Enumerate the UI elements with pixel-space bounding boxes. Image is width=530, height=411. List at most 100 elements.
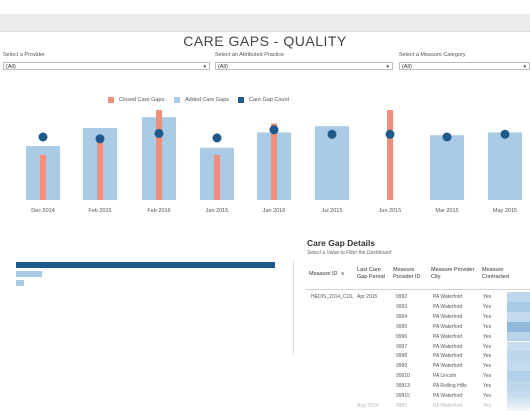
top-strip bbox=[0, 0, 530, 14]
point-care-gap-count[interactable] bbox=[154, 128, 164, 138]
point-care-gap-count[interactable] bbox=[385, 129, 395, 139]
cell-contracted[interactable]: Yes bbox=[483, 294, 491, 300]
cell-provider-city[interactable]: PA Waterford bbox=[433, 353, 462, 359]
x-tick-label: Dec 2014 bbox=[31, 208, 55, 214]
cell-provider-id[interactable]: 9994 bbox=[396, 314, 407, 320]
legend-label-closed: Closed Care Gaps bbox=[119, 97, 165, 103]
provider-filter-select[interactable]: (All) ▼ bbox=[3, 62, 210, 70]
x-tick-label: Mar 2015 bbox=[435, 208, 458, 214]
heat-cell[interactable] bbox=[507, 311, 530, 322]
point-care-gap-count[interactable] bbox=[442, 132, 452, 142]
cell-provider-id[interactable]: 9993 bbox=[396, 304, 407, 310]
column-header-measure-id[interactable]: Measure ID ≡ bbox=[309, 271, 344, 278]
header-divider bbox=[306, 289, 530, 290]
column-header-measure-id-label: Measure ID bbox=[309, 271, 338, 277]
heat-cell[interactable] bbox=[507, 371, 530, 382]
point-care-gap-count[interactable] bbox=[38, 132, 48, 142]
bottom-fade bbox=[0, 395, 530, 411]
cell-provider-id[interactable]: 9997 bbox=[396, 344, 407, 350]
bar-closed[interactable] bbox=[387, 110, 393, 200]
column-header-provider-city[interactable]: Measure Provider City bbox=[431, 267, 481, 281]
cell-provider-city[interactable]: PA Waterford bbox=[433, 314, 462, 320]
cell-contracted[interactable]: Yes bbox=[483, 324, 491, 330]
left-bar[interactable] bbox=[16, 280, 24, 286]
practice-filter-label: Select an Attributed Practice bbox=[215, 52, 285, 58]
x-tick-label: Jul 2015 bbox=[322, 208, 343, 214]
point-care-gap-count[interactable] bbox=[500, 129, 510, 139]
point-care-gap-count[interactable] bbox=[269, 125, 279, 135]
legend-swatch-added bbox=[174, 97, 180, 103]
cell-contracted[interactable]: Yes bbox=[483, 334, 491, 340]
provider-filter-value: (All) bbox=[6, 64, 16, 70]
cell-provider-id[interactable]: 9999 bbox=[396, 363, 407, 369]
column-header-contracted[interactable]: Measure Contracted bbox=[482, 267, 518, 281]
cell-contracted[interactable]: Yes bbox=[483, 363, 491, 369]
category-filter-value: (All) bbox=[402, 64, 412, 70]
care-gaps-chart: Dec 2014 Feb 2015 Feb 2016 Jan 2015 Jan 2016… bbox=[26, 110, 522, 214]
category-filter-select[interactable]: (All) ▼ bbox=[399, 62, 530, 70]
bar-added[interactable] bbox=[430, 135, 464, 200]
bar-closed[interactable] bbox=[156, 110, 162, 200]
cell-provider-id[interactable]: 99913 bbox=[396, 383, 410, 389]
practice-filter-select[interactable]: (All) ▼ bbox=[215, 62, 393, 70]
heat-cell[interactable] bbox=[507, 292, 530, 302]
cell-contracted[interactable]: Yes bbox=[483, 383, 491, 389]
cell-last-gap-period[interactable]: Apr 2015 bbox=[357, 294, 377, 300]
heat-cell[interactable] bbox=[507, 351, 530, 362]
cell-contracted[interactable]: Yes bbox=[483, 314, 491, 320]
x-tick-label: Feb 2016 bbox=[147, 208, 170, 214]
point-care-gap-count[interactable] bbox=[95, 134, 105, 144]
column-header-provider-id[interactable]: Measure Provider ID bbox=[393, 267, 425, 281]
cell-provider-id[interactable]: 9992 bbox=[396, 294, 407, 300]
bar-closed[interactable] bbox=[97, 141, 103, 201]
heat-cell[interactable] bbox=[507, 361, 530, 372]
cell-provider-id[interactable]: 9996 bbox=[396, 334, 407, 340]
cell-measure-id[interactable]: HEDIS_2014_COL bbox=[311, 294, 353, 300]
heat-cell[interactable] bbox=[507, 341, 530, 352]
bar-closed[interactable] bbox=[271, 123, 277, 201]
cell-provider-id[interactable]: 9998 bbox=[396, 353, 407, 359]
cell-provider-city[interactable]: PA Waterford bbox=[433, 344, 462, 350]
cell-contracted[interactable]: Yes bbox=[483, 344, 491, 350]
cell-provider-city[interactable]: PA Rolling Hills bbox=[433, 383, 467, 389]
cell-provider-city[interactable]: PA Waterford bbox=[433, 324, 462, 330]
x-tick-label: Jun 2015 bbox=[379, 208, 402, 214]
cell-provider-id[interactable]: 99910 bbox=[396, 373, 410, 379]
left-bar[interactable] bbox=[16, 271, 42, 277]
legend-swatch-closed bbox=[108, 97, 114, 103]
bar-added[interactable] bbox=[488, 132, 522, 201]
heat-cell[interactable] bbox=[507, 301, 530, 312]
bar-closed[interactable] bbox=[40, 155, 46, 200]
legend-label-added: Added Care Gaps bbox=[185, 97, 230, 103]
heat-cell[interactable] bbox=[507, 381, 530, 391]
point-care-gap-count[interactable] bbox=[212, 133, 222, 143]
cell-provider-id[interactable]: 9995 bbox=[396, 324, 407, 330]
details-title: Care Gap Details bbox=[307, 238, 376, 248]
cell-provider-city[interactable]: PA Waterford bbox=[433, 304, 462, 310]
column-header-last-gap-period[interactable]: Last Care Gap Period bbox=[357, 267, 387, 281]
cell-provider-city[interactable]: PA Waterford bbox=[433, 294, 462, 300]
cell-provider-city[interactable]: PA Waterford bbox=[433, 334, 462, 340]
left-bar[interactable] bbox=[16, 262, 275, 268]
legend-item-added[interactable]: Added Care Gaps bbox=[174, 97, 229, 103]
cell-provider-city[interactable]: PA Waterford bbox=[433, 363, 462, 369]
point-care-gap-count[interactable] bbox=[327, 129, 337, 139]
category-filter-label: Select a Measure Category bbox=[399, 52, 466, 58]
cell-contracted[interactable]: Yes bbox=[483, 373, 491, 379]
sort-icon[interactable]: ≡ bbox=[341, 271, 344, 277]
dashboard-toolbar bbox=[0, 14, 530, 32]
x-tick-label: May 2015 bbox=[493, 208, 517, 214]
cell-contracted[interactable]: Yes bbox=[483, 304, 491, 310]
heat-cell[interactable] bbox=[507, 321, 530, 332]
scrollbar[interactable] bbox=[293, 260, 294, 355]
practice-filter-value: (All) bbox=[218, 64, 228, 70]
cell-provider-city[interactable]: PA Lincoln bbox=[433, 373, 456, 379]
legend-item-closed[interactable]: Closed Care Gaps bbox=[108, 97, 164, 103]
chevron-down-icon: ▼ bbox=[202, 64, 207, 69]
cell-contracted[interactable]: Yes bbox=[483, 353, 491, 359]
x-tick-label: Jan 2015 bbox=[206, 208, 229, 214]
bar-closed[interactable] bbox=[214, 155, 220, 200]
legend-item-count[interactable]: Care Gap Count bbox=[238, 97, 289, 103]
heat-cell[interactable] bbox=[507, 331, 530, 342]
details-subtitle: Select a Value to Filter the Dashboard bbox=[307, 250, 392, 256]
